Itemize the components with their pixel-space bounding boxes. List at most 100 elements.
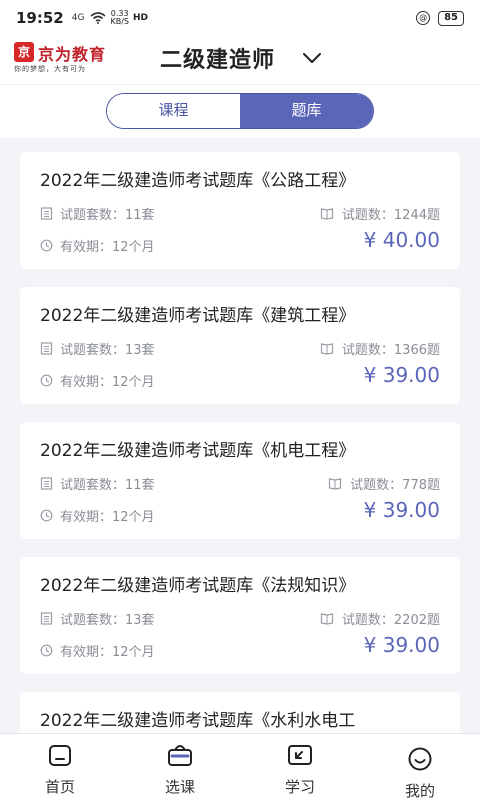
battery-indicator: 85	[438, 10, 464, 26]
price-value: 40.00	[382, 228, 440, 252]
tab-bar: 课程 题库	[0, 84, 480, 138]
sets-label: 试题套数：	[60, 208, 126, 223]
questions-value: 1244题	[393, 208, 440, 223]
app-header: 京 京为教育 你的梦想，大有可为 二级建造师	[0, 36, 480, 84]
clock-icon	[40, 509, 53, 522]
document-icon	[40, 612, 53, 625]
currency-symbol: ¥	[363, 498, 383, 522]
question-bank-card[interactable]: 2022年二级建造师考试题库《公路工程》 试题套数： 11套 试题数： 1244题 …	[20, 152, 460, 269]
brand-logo[interactable]: 京 京为教育 你的梦想，大有可为	[14, 40, 124, 76]
signal-indicator: 4G	[71, 12, 85, 23]
bottom-navigation: 首页 选课 学习 我的	[0, 733, 480, 800]
sets-label: 试题套数：	[60, 478, 126, 493]
questions-value: 2202题	[393, 613, 440, 628]
status-time: 19:52	[16, 9, 64, 27]
document-icon	[40, 477, 53, 490]
chevron-down-icon[interactable]	[300, 46, 324, 70]
exam-category-title[interactable]: 二级建造师	[160, 42, 275, 74]
price: ¥ 39.00	[364, 498, 440, 522]
sets-value: 13套	[125, 343, 155, 358]
questions-label: 试题数：	[341, 613, 394, 628]
home-icon	[49, 745, 71, 766]
sets-count: 试题套数： 11套	[40, 474, 155, 493]
validity-period: 有效期： 12个月	[40, 641, 155, 660]
validity-label: 有效期：	[60, 240, 113, 255]
validity-value: 12个月	[112, 645, 155, 660]
card-title: 2022年二级建造师考试题库《机电工程》	[40, 441, 356, 461]
nav-label-mine: 我的	[404, 782, 435, 800]
wifi-icon	[90, 12, 106, 24]
sets-count: 试题套数： 13套	[40, 609, 155, 628]
clock-icon	[40, 374, 53, 387]
card-title: 2022年二级建造师考试题库《公路工程》	[40, 171, 356, 191]
questions-label: 试题数：	[341, 343, 394, 358]
segmented-control: 课程 题库	[106, 93, 374, 129]
ring-mode-icon: @	[416, 11, 431, 25]
nav-home[interactable]: 首页	[0, 734, 120, 800]
currency-symbol: ¥	[363, 363, 383, 387]
clock-icon	[40, 644, 53, 657]
question-bank-card[interactable]: 2022年二级建造师考试题库《建筑工程》 试题套数： 13套 试题数： 1366题 …	[20, 287, 460, 404]
questions-value: 778题	[402, 478, 440, 493]
validity-label: 有效期：	[60, 375, 113, 390]
question-bank-card[interactable]: 2022年二级建造师考试题库《机电工程》 试题套数： 11套 试题数： 778题 有…	[20, 422, 460, 539]
validity-value: 12个月	[112, 510, 155, 525]
study-icon	[288, 745, 312, 765]
brand-slogan: 你的梦想，大有可为	[14, 65, 86, 73]
card-title: 2022年二级建造师考试题库《法规知识》	[40, 576, 356, 596]
nav-label-study: 学习	[284, 778, 315, 796]
book-icon	[320, 343, 333, 355]
nav-label-courses: 选课	[164, 778, 195, 796]
nav-label-home: 首页	[44, 778, 75, 796]
card-title: 2022年二级建造师考试题库《水利水电工	[40, 711, 356, 731]
questions-label: 试题数：	[350, 478, 403, 493]
sets-count: 试题套数： 13套	[40, 339, 155, 358]
speed-unit: KB/S	[110, 17, 129, 26]
question-count: 试题数： 1244题	[319, 204, 440, 223]
sets-value: 11套	[125, 208, 155, 223]
clock-icon	[40, 239, 53, 252]
tab-question-bank[interactable]: 题库	[240, 94, 373, 128]
basket-icon	[168, 745, 192, 766]
question-bank-list: 2022年二级建造师考试题库《公路工程》 试题套数： 11套 试题数： 1244题 …	[0, 138, 480, 733]
price-value: 39.00	[382, 498, 440, 522]
questions-label: 试题数：	[341, 208, 394, 223]
tab-courses[interactable]: 课程	[107, 94, 240, 128]
sets-label: 试题套数：	[60, 343, 126, 358]
brand-name: 京为教育	[38, 45, 107, 64]
sets-value: 11套	[125, 478, 155, 493]
currency-symbol: ¥	[363, 228, 383, 252]
document-icon	[40, 207, 53, 220]
validity-period: 有效期： 12个月	[40, 371, 155, 390]
sets-label: 试题套数：	[60, 613, 126, 628]
price: ¥ 39.00	[364, 633, 440, 657]
question-count: 试题数： 2202题	[319, 609, 440, 628]
brand-mark-icon: 京	[14, 42, 34, 62]
book-icon	[320, 208, 333, 220]
question-bank-card[interactable]: 2022年二级建造师考试题库《法规知识》 试题套数： 13套 试题数： 2202题 …	[20, 557, 460, 674]
nav-mine[interactable]: 我的	[360, 734, 480, 800]
price-value: 39.00	[382, 363, 440, 387]
card-title: 2022年二级建造师考试题库《建筑工程》	[40, 306, 356, 326]
hd-indicator: HD	[132, 13, 148, 23]
smiley-icon	[408, 747, 432, 771]
validity-value: 12个月	[112, 375, 155, 390]
currency-symbol: ¥	[363, 633, 383, 657]
document-icon	[40, 342, 53, 355]
book-icon	[320, 613, 333, 625]
question-count: 试题数： 778题	[327, 474, 440, 493]
sets-count: 试题套数： 11套	[40, 204, 155, 223]
nav-courses[interactable]: 选课	[120, 734, 240, 800]
price-value: 39.00	[382, 633, 440, 657]
nav-study[interactable]: 学习	[240, 734, 360, 800]
status-bar: 19:52 4G 0.33 KB/S HD @ 85	[0, 0, 480, 36]
book-icon	[329, 478, 342, 490]
validity-period: 有效期： 12个月	[40, 506, 155, 525]
price: ¥ 39.00	[364, 363, 440, 387]
validity-period: 有效期： 12个月	[40, 236, 155, 255]
validity-label: 有效期：	[60, 510, 113, 525]
sets-value: 13套	[125, 613, 155, 628]
question-bank-card[interactable]: 2022年二级建造师考试题库《水利水电工	[20, 692, 460, 733]
question-count: 试题数： 1366题	[319, 339, 440, 358]
questions-value: 1366题	[393, 343, 440, 358]
